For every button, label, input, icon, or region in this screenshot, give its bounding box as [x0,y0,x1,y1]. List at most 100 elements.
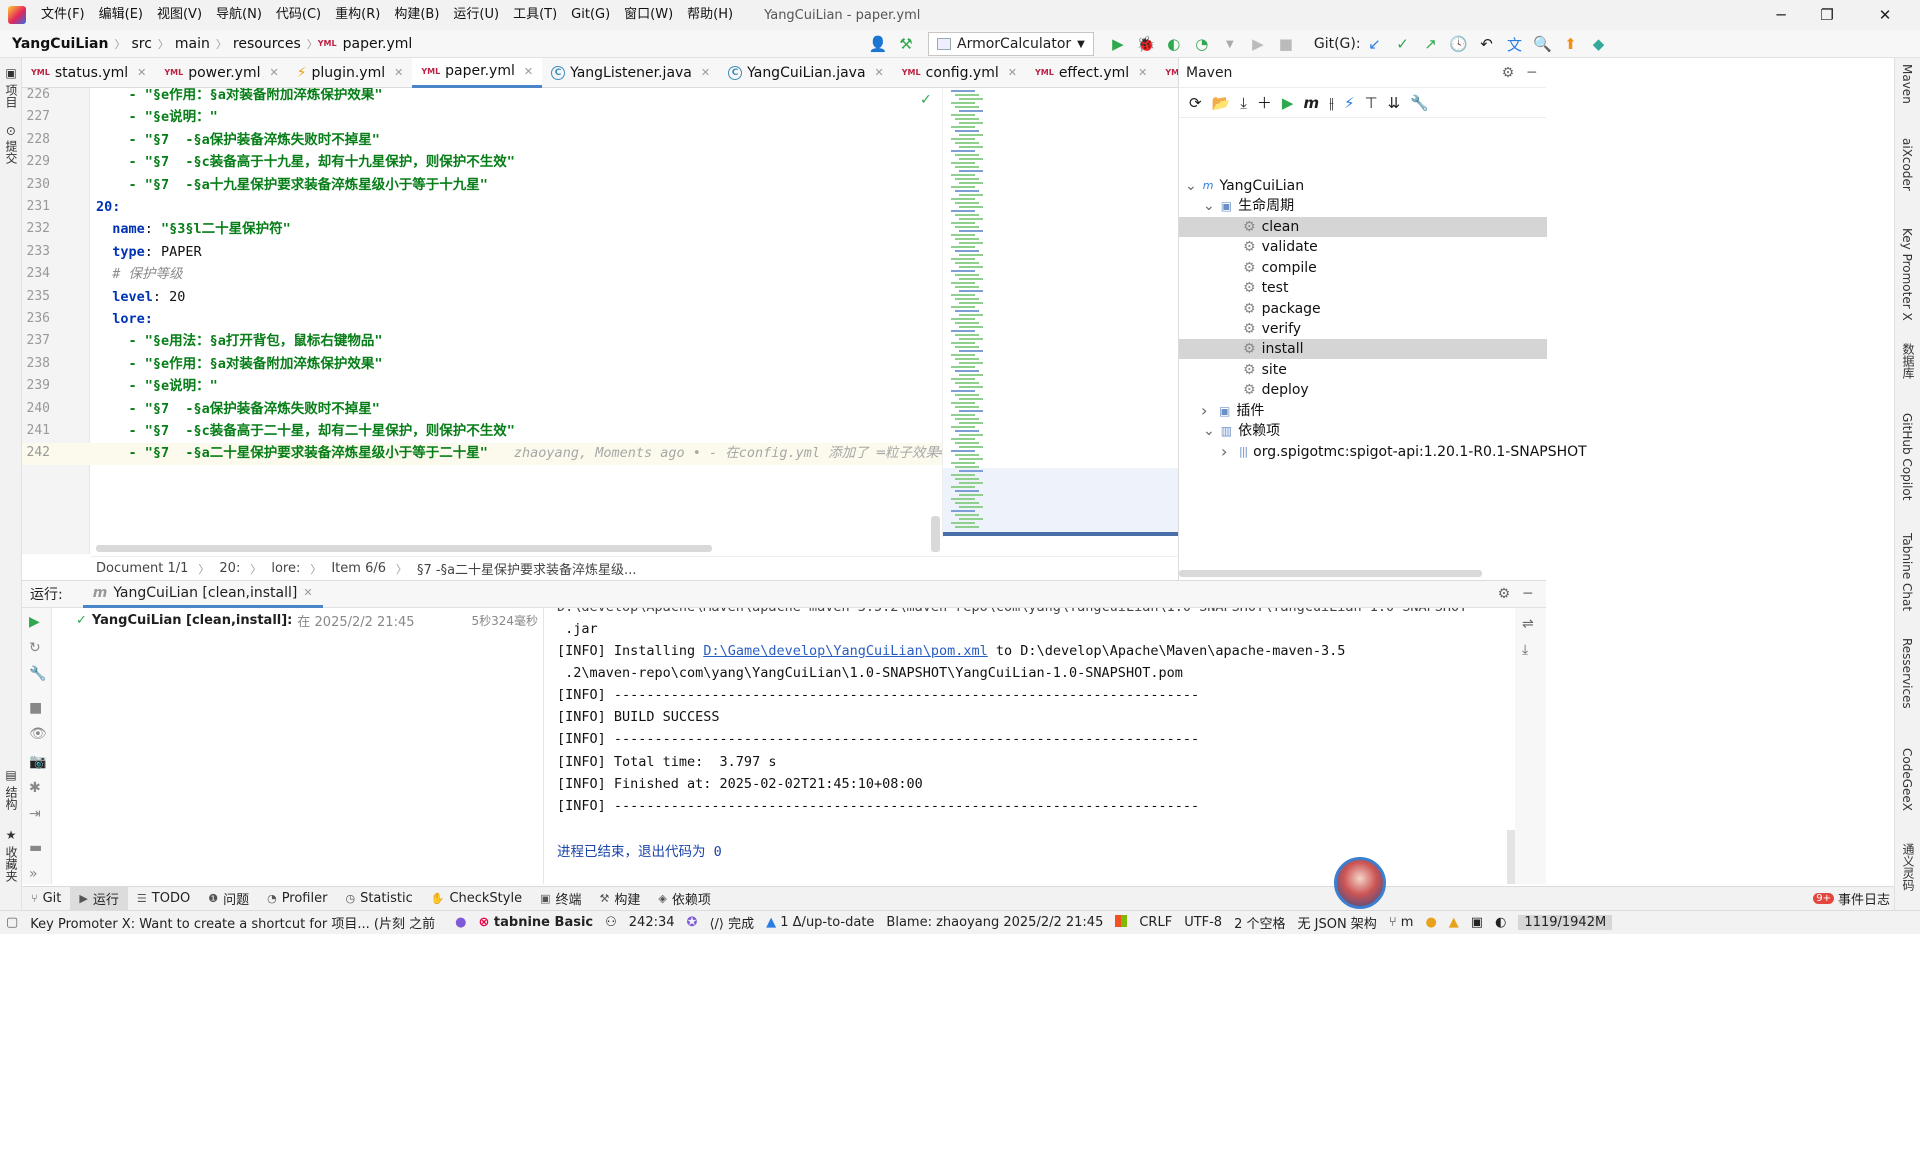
right-tool-tab[interactable]: Key Promoter X [1900,228,1914,321]
caret-position[interactable]: 242:34 [623,915,681,930]
commit-tool-tab[interactable]: ⊙ 提交 [3,126,20,164]
coverage-icon[interactable]: ◐ [1162,32,1186,56]
menu-item[interactable]: 运行(U) [446,0,506,30]
maven-tree-item[interactable]: ⚙ compile [1243,258,1317,278]
menu-item[interactable]: Git(G) [564,0,617,30]
editor-tab[interactable]: YML config.yml ✕ [893,58,1026,88]
powersave-icon[interactable]: ◐ [1489,915,1512,930]
right-tool-tab[interactable]: 通义灵码 [1900,843,1917,891]
maven-tree-item[interactable]: › ||| org.spigotmc:spigot-api:1.20.1-R0.1-… [1221,442,1587,462]
close-window-button[interactable]: ✕ [1850,0,1920,30]
right-tool-tab[interactable]: GitHub Copilot [1900,413,1914,500]
profile-icon[interactable]: ◔ [1190,32,1214,56]
breadcrumb-item[interactable]: resources [227,36,307,52]
structure-breadcrumb-item[interactable]: 20: [213,561,246,576]
layout-icon[interactable]: ▬ [29,840,42,856]
more-icon[interactable]: » [29,866,38,882]
run-config-select[interactable]: ArmorCalculator ▼ [928,32,1094,56]
pom-path-link[interactable]: D:\Game\develop\YangCuiLian\pom.xml [703,643,987,659]
skip-tests-icon[interactable]: ⚡ [1344,94,1355,112]
notification-icon[interactable]: ● [1419,915,1442,930]
run-wrench-icon[interactable]: 🔧 [29,666,46,682]
bottom-tool-tab[interactable]: ✋ CheckStyle [422,887,531,911]
bottom-tool-tab[interactable]: ▣ 终端 [531,887,590,911]
editor-tab[interactable]: YML paper.yml ✕ [412,57,543,88]
blame-status[interactable]: Blame: zhaoyang 2025/2/2 21:45 [880,915,1109,930]
bottom-tool-tab[interactable]: ☰ TODO [128,887,199,911]
download-icon[interactable]: ⤓ [1240,94,1247,112]
run-tree-item[interactable]: ✓ YangCuiLian [clean,install]: 在 2025/2/… [76,610,415,630]
run-settings-gear-icon[interactable]: ⚙ [1498,586,1511,602]
terminal-icon[interactable]: ▣ [1465,915,1489,930]
menu-item[interactable]: 工具(T) [506,0,564,30]
rerun-failed-icon[interactable]: ↻ [29,640,41,656]
close-icon[interactable]: ✕ [524,65,533,78]
editor-horizontal-scrollbar[interactable] [96,545,712,552]
line-separator[interactable]: CRLF [1133,915,1178,930]
code-editor[interactable]: - "§e作用：§a对装备附加淬炼保护效果" - "§e说明：" - "§7 -… [90,88,942,554]
editor-tab[interactable]: ⚡ plugin.yml ✕ [288,58,413,88]
json-schema[interactable]: 无 JSON 架构 [1292,913,1383,932]
hide-panel-icon[interactable]: ─ [1528,65,1536,81]
indent-setting[interactable]: 2 个空格 [1228,913,1291,932]
bottom-tool-tab[interactable]: ❶ 问题 [199,887,258,911]
show-dependencies-icon[interactable]: ⊤ [1365,94,1378,112]
run-icon[interactable]: ▶ [1106,32,1130,56]
tabnine-widget[interactable]: ⊗ tabnine Basic [472,915,599,930]
run-maven-build-icon[interactable]: ▶ [1282,94,1294,112]
maven-tree-item[interactable]: ⚙ validate [1243,237,1318,257]
maven-tree-item[interactable]: ⚙ site [1243,360,1287,380]
maven-tree-item[interactable]: ⚙ install [1243,339,1303,359]
menu-item[interactable]: 构建(B) [387,0,446,30]
bottom-tool-tab[interactable]: ◔ Profiler [258,887,336,911]
project-tool-tab[interactable]: ▣ 项目 [3,66,20,108]
git-branch[interactable]: ⑂ m [1383,915,1420,930]
bottom-tool-tab[interactable]: ⑂ Git [22,887,70,911]
structure-breadcrumb-item[interactable]: Item 6/6 [325,561,392,576]
maven-tree-item[interactable]: › ▣ 插件 [1201,401,1264,421]
warning-icon[interactable]: ▲ [1443,915,1465,930]
breadcrumb-item[interactable]: main [169,36,216,52]
maven-tree-item[interactable]: ⚙ deploy [1243,380,1309,400]
translate-icon[interactable]: 文 [1503,32,1527,56]
breadcrumb-item[interactable]: src [125,36,157,52]
panel-toggle-icon[interactable]: ▢ [0,915,24,930]
maven-settings-wrench-icon[interactable]: 🔧 [1410,94,1429,112]
git-push-icon[interactable]: ↗ [1419,32,1443,56]
git-update-icon[interactable]: ↙ [1363,32,1387,56]
run-hide-icon[interactable]: ─ [1524,586,1532,602]
menu-item[interactable]: 导航(N) [209,0,269,30]
debug-icon[interactable]: 🐞 [1134,32,1158,56]
menu-item[interactable]: 编辑(E) [92,0,150,30]
event-log-button[interactable]: 9+ 事件日志 [1813,889,1890,908]
right-tool-tab[interactable]: 数据库 [1900,343,1917,379]
avatar[interactable] [1334,857,1386,909]
memory-indicator[interactable]: 1119/1942M [1518,915,1613,930]
breadcrumb-item[interactable]: YangCuiLian [6,36,114,52]
maven-tree-item[interactable]: ⚙ package [1243,299,1321,319]
run-tab[interactable]: m YangCuiLian [clean,install] ✕ [82,581,323,608]
stop-run-icon[interactable]: ■ [29,700,42,716]
execute-goal-icon[interactable]: m [1303,94,1319,112]
bookmarks-tool-tab[interactable]: ★ 收藏夹 [3,828,20,882]
export-icon[interactable]: ⇥ [29,806,41,822]
ai-status-icon[interactable]: ✪ [681,915,704,930]
editor-tab[interactable]: YML status.yml ✕ [22,58,155,88]
close-icon[interactable]: ✕ [1008,66,1017,79]
editor-tab[interactable]: C YangCuiLian.java ✕ [719,58,893,88]
bottom-tool-tab[interactable]: ▶ 运行 [70,886,128,911]
bottom-tool-tab[interactable]: ⚒ 构建 [591,887,650,911]
build-hammer-icon[interactable]: ⚒ [894,32,918,56]
vcs-status[interactable]: ▲ 1 Δ/up-to-date [760,915,880,930]
camera-icon[interactable]: 📷 [29,754,46,770]
soft-wrap-icon[interactable]: ⇌ [1522,616,1534,632]
file-encoding[interactable]: UTF-8 [1178,915,1228,930]
right-tool-tab[interactable]: Tabnine Chat [1900,533,1914,611]
menu-item[interactable]: 重构(R) [328,0,387,30]
settings-gear-icon[interactable]: ⚙ [1502,65,1515,81]
copilot-icon[interactable]: ⚇ [599,915,623,930]
editor-vertical-scrollbar[interactable] [931,516,940,552]
toggle-offline-icon[interactable]: ⫲ [1329,94,1334,112]
scroll-to-end-icon[interactable]: ⤓ [1522,642,1528,658]
update-icon[interactable]: ⬆ [1559,32,1583,56]
